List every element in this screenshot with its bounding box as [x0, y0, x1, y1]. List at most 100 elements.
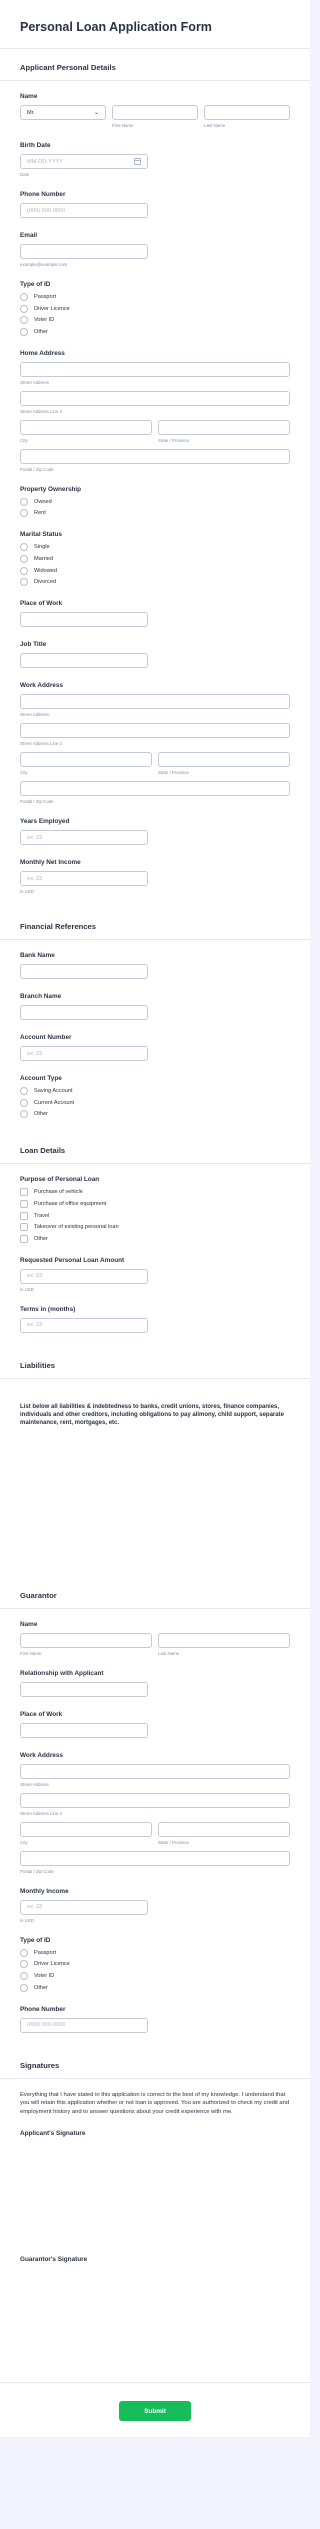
calendar-icon[interactable]: [134, 158, 141, 165]
guarantor-income-input[interactable]: ex: 23: [20, 1899, 148, 1915]
id-option[interactable]: Other: [20, 327, 290, 336]
submit-button[interactable]: Submit: [119, 2401, 191, 2421]
guarantor-street-input[interactable]: [20, 1763, 290, 1779]
first-name-input[interactable]: [112, 105, 198, 120]
radio-button[interactable]: [20, 566, 28, 575]
account-input[interactable]: ex: 23: [20, 1046, 148, 1062]
option-label: Passport: [34, 294, 57, 300]
checkbox[interactable]: [20, 1199, 28, 1208]
city-input[interactable]: [20, 419, 152, 435]
checkbox[interactable]: [20, 1223, 28, 1232]
job-title-input[interactable]: [20, 653, 148, 669]
radio-button[interactable]: [20, 1110, 28, 1119]
marital-option[interactable]: Married: [20, 554, 290, 563]
work-place-input[interactable]: [20, 612, 148, 628]
street-input[interactable]: [20, 361, 290, 377]
radio-button[interactable]: [20, 578, 28, 587]
account-type-option[interactable]: Other: [20, 1110, 290, 1119]
guarantor-work-address-field: Work Address Street Address Street Addre…: [20, 1752, 290, 1874]
guarantor-city-input[interactable]: [20, 1821, 152, 1837]
property-option[interactable]: Rent: [20, 509, 290, 518]
relationship-label: Relationship with Applicant: [20, 1669, 104, 1677]
city-sub: City: [20, 1839, 28, 1845]
phone-input[interactable]: (000) 000-0000: [20, 203, 148, 218]
section-guarantor: Guarantor: [0, 1577, 310, 1609]
radio-button[interactable]: [20, 327, 28, 336]
radio-button[interactable]: [20, 1087, 28, 1096]
work-address-label: Work Address: [20, 682, 63, 690]
guarantor-first-name-input[interactable]: [20, 1632, 152, 1648]
marital-option[interactable]: Single: [20, 543, 290, 552]
guarantor-last-name-input[interactable]: [158, 1632, 290, 1648]
guarantor-state-input[interactable]: [158, 1821, 290, 1837]
state-input[interactable]: [158, 419, 290, 435]
id-option[interactable]: Voter ID: [20, 316, 290, 325]
signature-statement: Everything that I have stated in this ap…: [20, 2091, 290, 2115]
checkbox[interactable]: [20, 1211, 28, 1220]
id-option[interactable]: Driver Licence: [20, 1960, 290, 1969]
work-street2-input[interactable]: [20, 723, 290, 739]
email-label: Email: [20, 232, 38, 239]
radio-button[interactable]: [20, 497, 28, 506]
radio-button[interactable]: [20, 509, 28, 518]
id-option[interactable]: Driver Licence: [20, 304, 290, 313]
property-label: Property Ownership: [20, 485, 82, 493]
radio-button[interactable]: [20, 543, 28, 552]
radio-button[interactable]: [20, 293, 28, 301]
income-input[interactable]: ex: 23: [20, 871, 148, 887]
checkbox[interactable]: [20, 1188, 28, 1197]
guarantor-postal-input[interactable]: [20, 1850, 290, 1866]
radio-button[interactable]: [20, 1971, 28, 1980]
id-option[interactable]: Voter ID: [20, 1971, 290, 1980]
account-type-option[interactable]: Saving Account: [20, 1087, 290, 1096]
radio-button[interactable]: [20, 1960, 28, 1969]
terms-input[interactable]: ex: 23: [20, 1317, 148, 1333]
guarantor-signature-pad[interactable]: [20, 2268, 290, 2368]
purpose-option[interactable]: Takeover of existing personal loan: [20, 1223, 290, 1232]
birth-date-input[interactable]: MM-DD-YYYY: [20, 154, 148, 169]
postal-sub: Postal / Zip Code: [20, 1868, 54, 1874]
option-label: Purchase of office equipment: [34, 1200, 107, 1207]
work-place-label: Place of Work: [20, 600, 63, 608]
radio-button[interactable]: [20, 304, 28, 313]
purpose-option[interactable]: Purchase of office equipment: [20, 1199, 290, 1208]
option-label: Owned: [34, 498, 52, 505]
work-state-input[interactable]: [158, 752, 290, 768]
guarantor-phone-field: Phone Number (000) 000-0000: [20, 2006, 290, 2033]
checkbox[interactable]: [20, 1234, 28, 1243]
work-street-input[interactable]: [20, 694, 290, 710]
relationship-input[interactable]: [20, 1681, 148, 1697]
last-name-input[interactable]: [204, 105, 290, 120]
email-input[interactable]: [20, 244, 148, 259]
radio-button[interactable]: [20, 316, 28, 325]
radio-button[interactable]: [20, 1098, 28, 1107]
applicant-signature-pad[interactable]: [20, 2142, 290, 2242]
street2-input[interactable]: [20, 390, 290, 406]
id-option[interactable]: Other: [20, 1983, 290, 1992]
years-input[interactable]: ex: 23: [20, 830, 148, 846]
guarantor-phone-input[interactable]: (000) 000-0000: [20, 2017, 148, 2033]
radio-button[interactable]: [20, 1983, 28, 1992]
purpose-option[interactable]: Other: [20, 1234, 290, 1243]
purpose-option[interactable]: Travel: [20, 1211, 290, 1220]
guarantor-street2-input[interactable]: [20, 1792, 290, 1808]
marital-option[interactable]: Widowed: [20, 566, 290, 575]
work-postal-input[interactable]: [20, 781, 290, 797]
first-name-sub: First Name: [20, 1650, 42, 1656]
marital-option[interactable]: Divorced: [20, 578, 290, 587]
guarantor-work-place-input[interactable]: [20, 1722, 148, 1738]
account-type-option[interactable]: Current Account: [20, 1098, 290, 1107]
postal-input[interactable]: [20, 448, 290, 464]
branch-input[interactable]: [20, 1005, 148, 1021]
radio-button[interactable]: [20, 1948, 28, 1957]
purpose-option[interactable]: Purchase of vehicle: [20, 1188, 290, 1197]
amount-input[interactable]: ex: 23: [20, 1268, 148, 1284]
property-option[interactable]: Owned: [20, 497, 290, 506]
bank-input[interactable]: [20, 964, 148, 980]
name-prefix-select[interactable]: Mr. ⌄: [20, 105, 106, 120]
id-option[interactable]: Passport: [20, 293, 290, 301]
work-city-input[interactable]: [20, 752, 152, 768]
guarantor-signature-label: Guarantor's Signature: [20, 2256, 88, 2263]
id-option[interactable]: Passport: [20, 1948, 290, 1957]
radio-button[interactable]: [20, 554, 28, 563]
